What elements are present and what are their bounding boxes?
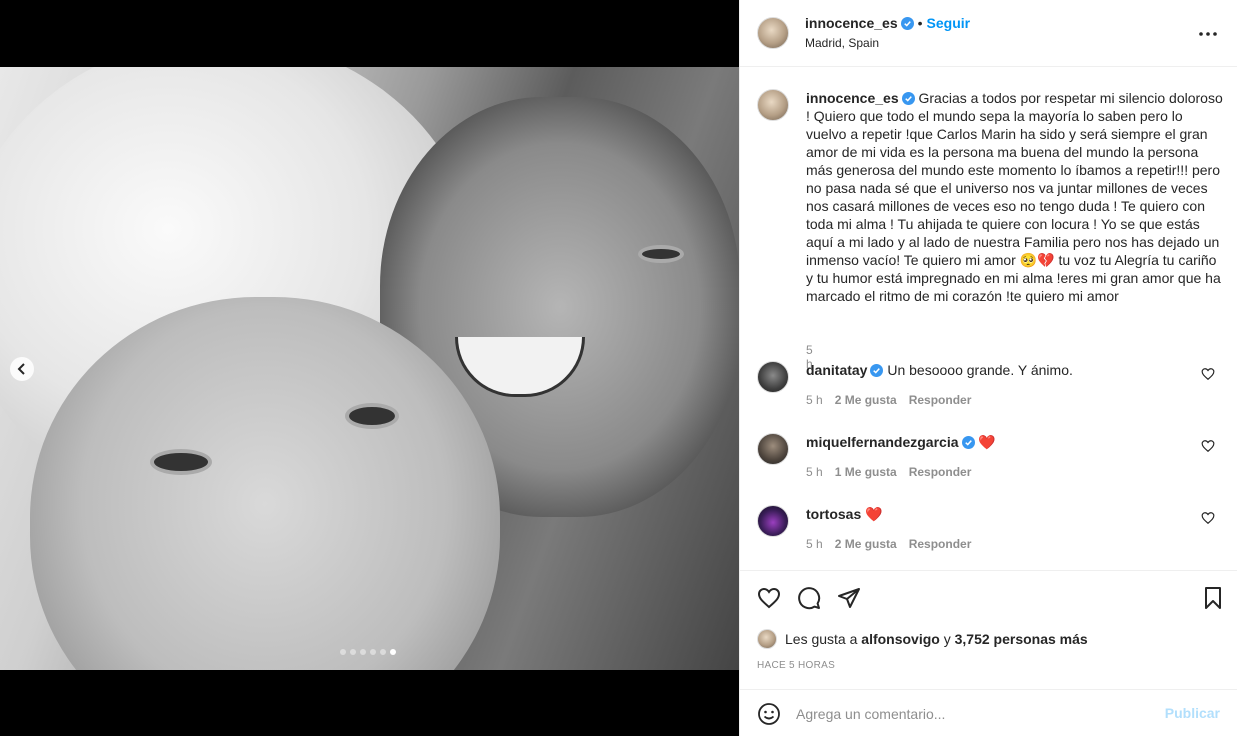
likes-connector: y xyxy=(943,631,951,647)
likes-others[interactable]: 3,752 personas más xyxy=(955,631,1088,647)
heart-icon[interactable] xyxy=(1201,367,1215,381)
verified-icon xyxy=(961,436,975,449)
avatar[interactable] xyxy=(757,89,789,121)
comment-username[interactable]: danitatay xyxy=(806,362,867,378)
avatar[interactable] xyxy=(757,629,777,649)
caption-text: Gracias a todos por respetar mi silencio… xyxy=(806,90,1223,304)
comment-item: danitatay Un besoooo grande. Y ánimo. 5 … xyxy=(757,359,1237,419)
post-sidebar: innocence_es • Seguir Madrid, Spain innoce… xyxy=(739,0,1237,736)
likes-user[interactable]: alfonsovigo xyxy=(861,631,940,647)
share-icon[interactable] xyxy=(837,586,861,610)
avatar[interactable] xyxy=(757,433,789,465)
bookmark-icon[interactable] xyxy=(1201,586,1225,610)
follow-button[interactable]: Seguir xyxy=(927,15,971,31)
comment-icon[interactable] xyxy=(797,586,821,610)
comment-input[interactable] xyxy=(796,702,1136,726)
comment-text: ❤️ xyxy=(865,506,883,522)
comment-item: miquelfernandezgarcia ❤️ 5 h 1 Me gusta … xyxy=(757,431,1237,491)
comment-text: ❤️ xyxy=(978,434,996,450)
carousel-dot xyxy=(380,649,386,655)
emoji-icon[interactable] xyxy=(757,702,781,726)
post-header: innocence_es • Seguir Madrid, Spain xyxy=(740,0,1237,67)
likes-prefix: Les gusta a xyxy=(785,631,858,647)
comment-time[interactable]: 5 h xyxy=(806,537,823,551)
post-photo[interactable] xyxy=(0,67,739,670)
heart-icon[interactable] xyxy=(1201,439,1215,453)
avatar[interactable] xyxy=(757,505,789,537)
comment-username[interactable]: miquelfernandezgarcia xyxy=(806,434,959,450)
reply-button[interactable]: Responder xyxy=(909,465,972,479)
comment-likes[interactable]: 1 Me gusta xyxy=(835,465,897,479)
comment-likes[interactable]: 2 Me gusta xyxy=(835,537,897,551)
verified-icon xyxy=(900,17,914,30)
comment-item: tortosas ❤️ 5 h 2 Me gusta Responder xyxy=(757,503,1237,563)
chevron-left-icon xyxy=(17,363,25,375)
caption-username[interactable]: innocence_es xyxy=(806,90,899,106)
verified-icon xyxy=(870,364,884,377)
comment-time[interactable]: 5 h xyxy=(806,393,823,407)
comment-likes[interactable]: 2 Me gusta xyxy=(835,393,897,407)
carousel-dot xyxy=(340,649,346,655)
post-media xyxy=(0,0,739,736)
like-heart-icon[interactable] xyxy=(757,586,781,610)
heart-icon[interactable] xyxy=(1201,511,1215,525)
post-timestamp[interactable]: HACE 5 HORAS xyxy=(757,660,835,671)
carousel-dot-active xyxy=(390,649,396,655)
comments-list[interactable]: innocence_es Gracias a todos por respeta… xyxy=(740,67,1237,570)
comment-text: Un besoooo grande. Y ánimo. xyxy=(887,362,1073,378)
more-options-icon xyxy=(1199,32,1217,36)
carousel-prev-button[interactable] xyxy=(10,357,34,381)
verified-icon xyxy=(901,92,915,105)
location-link[interactable]: Madrid, Spain xyxy=(805,36,879,50)
likes-summary: Les gusta a alfonsovigo y 3,752 personas… xyxy=(757,629,1088,649)
post-actions: Les gusta a alfonsovigo y 3,752 personas… xyxy=(740,570,1237,736)
comment-username[interactable]: tortosas xyxy=(806,506,861,522)
carousel-dot xyxy=(370,649,376,655)
carousel-indicator xyxy=(340,649,396,655)
avatar[interactable] xyxy=(757,361,789,393)
header-username[interactable]: innocence_es xyxy=(805,15,898,31)
more-options-button[interactable] xyxy=(1196,22,1220,46)
reply-button[interactable]: Responder xyxy=(909,393,972,407)
carousel-dot xyxy=(350,649,356,655)
avatar[interactable] xyxy=(757,17,789,49)
reply-button[interactable]: Responder xyxy=(909,537,972,551)
add-comment-bar: Publicar xyxy=(740,689,1237,736)
comment-time[interactable]: 5 h xyxy=(806,465,823,479)
carousel-dot xyxy=(360,649,366,655)
publish-button[interactable]: Publicar xyxy=(1165,705,1220,721)
separator: • xyxy=(917,15,923,31)
